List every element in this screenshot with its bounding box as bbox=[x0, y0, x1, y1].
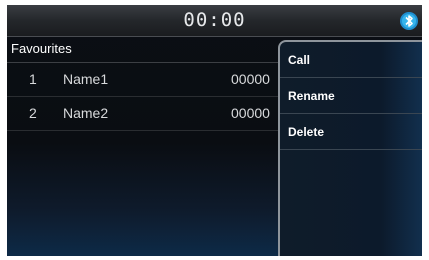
menu-item-label: Rename bbox=[288, 89, 335, 103]
favourite-name: Name1 bbox=[63, 71, 109, 87]
infotainment-screen: 00:00 Favourites 1 Name1 00000 2 Name2 0… bbox=[7, 5, 422, 256]
favourite-number: 00000 bbox=[231, 105, 270, 121]
menu-item-label: Delete bbox=[288, 125, 325, 139]
menu-item-delete[interactable]: Delete bbox=[280, 114, 422, 150]
context-menu: Call Rename Delete bbox=[278, 40, 422, 256]
menu-item-label: Call bbox=[288, 53, 311, 67]
favourite-row[interactable]: 1 Name1 00000 bbox=[7, 63, 282, 97]
favourite-name: Name2 bbox=[63, 105, 109, 121]
clock: 00:00 bbox=[183, 9, 246, 31]
favourite-index: 2 bbox=[29, 105, 37, 121]
favourite-index: 1 bbox=[29, 71, 37, 87]
favourite-number: 00000 bbox=[231, 71, 270, 87]
favourites-title: Favourites bbox=[11, 41, 72, 56]
menu-item-rename[interactable]: Rename bbox=[280, 78, 422, 114]
status-bar: 00:00 bbox=[7, 5, 422, 37]
bluetooth-icon[interactable] bbox=[399, 11, 419, 31]
menu-item-call[interactable]: Call bbox=[280, 42, 422, 78]
favourite-row[interactable]: 2 Name2 00000 bbox=[7, 97, 282, 131]
